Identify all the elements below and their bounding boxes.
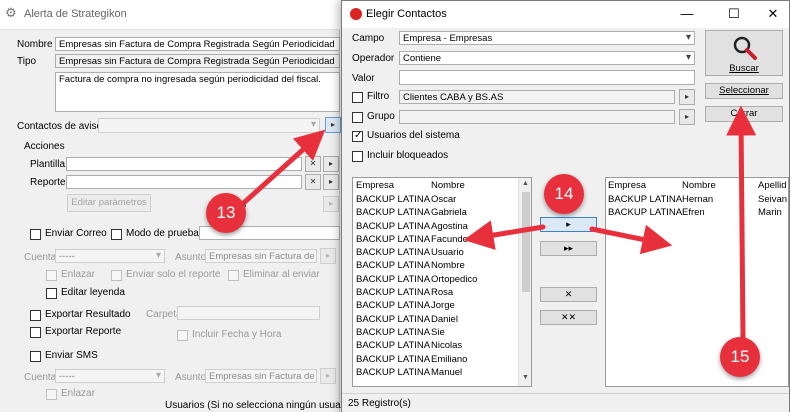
callout-15: 15	[720, 337, 760, 377]
arrow-14-right	[589, 224, 673, 255]
arrow-15	[726, 105, 757, 341]
callout-14: 14	[544, 174, 584, 214]
annotation-arrows	[235, 105, 757, 341]
arrow-13	[235, 129, 326, 211]
arrow-14-left	[463, 220, 546, 250]
callout-13: 13	[206, 193, 246, 233]
